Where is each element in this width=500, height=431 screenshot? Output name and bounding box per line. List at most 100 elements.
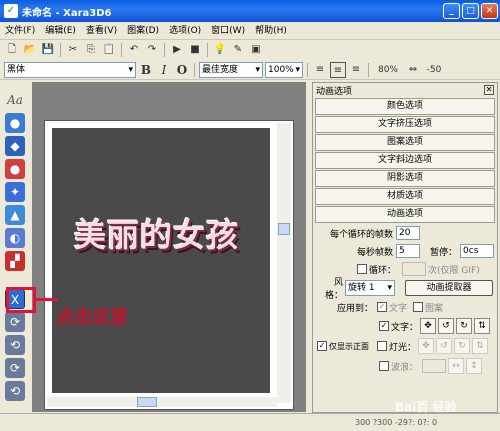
texture-options-button[interactable]: 材质选项 [315,188,495,205]
shadow-icon[interactable]: ▞ [5,251,25,271]
animation-options-button[interactable]: 动画选项 [315,206,495,223]
rotate-right-icon[interactable]: ↻ [456,318,473,334]
align-center-icon[interactable]: ≡ [330,61,346,78]
menu-bar: 文件(F) 编辑(E) 查看(V) 图案(D) 选项(O) 窗口(W) 帮助(H… [0,22,500,40]
flip-icon[interactable]: ⇅ [474,318,491,334]
animation-extractor-button[interactable]: 动画提取器 [405,280,493,296]
bevel-options-button[interactable]: 文字斜边选项 [315,152,495,169]
apply-pattern-checkbox[interactable] [413,302,424,312]
bulb-icon[interactable]: 💡 [212,42,228,58]
color-options-button[interactable]: 颜色选项 [315,98,495,115]
apply-row: 应用到： ✓ 文字 图案 [313,298,497,316]
rotate-left-icon[interactable]: ↺ [438,318,455,334]
frames-label: 每个循环的帧数 [329,229,393,240]
horizontal-scrollbar[interactable] [47,397,277,407]
extrude-icon[interactable]: ◆ [5,136,25,156]
render-view[interactable]: 美丽的女孩 [52,128,270,393]
loop-checkbox[interactable] [357,264,367,274]
vertical-scrollbar[interactable] [277,123,291,403]
rock-icon[interactable]: ⟲ [5,381,25,401]
scroll-thumb[interactable] [137,397,157,407]
bevel-icon[interactable]: ◐ [5,228,25,248]
maximize-button[interactable]: □ [462,3,479,19]
toolbar-divider [368,62,369,77]
menu-window[interactable]: 窗口(W) [206,22,250,40]
text-checkbox[interactable]: ✓ [379,321,389,331]
apply-label: 应用到： [336,303,373,314]
font-toolbar: 黑体 B I O 最佳宽度 100% ≡ ≡ ≡ 80% ⇔ -50 [0,60,500,80]
kerning-icon[interactable]: ⇔ [405,62,421,78]
style-select[interactable]: 旋转 1 [345,280,395,296]
undo-icon[interactable]: ↶ [126,42,142,58]
italic-button[interactable]: I [156,62,172,78]
font-select[interactable]: 黑体 [4,61,136,78]
loop-note: 次(仅限 GIF) [428,265,480,276]
menu-file[interactable]: 文件(F) [0,22,40,40]
wave-checkbox[interactable] [379,361,389,371]
align-right-icon[interactable]: ≡ [348,62,364,78]
redo-icon[interactable]: ↷ [144,42,160,58]
toolbar-divider [121,43,122,57]
extrude-options-button[interactable]: 文字挤压选项 [315,116,495,133]
highlight-box [6,287,36,313]
frames-input[interactable]: 20 [396,226,420,240]
light-checkbox[interactable] [377,341,387,351]
apply-pattern-label: 图案 [425,303,444,314]
panel-header: 动画选项 ✕ [313,83,497,97]
paste-icon[interactable]: 📋 [101,42,117,58]
new-file-icon[interactable]: 🗋 [4,42,20,58]
show-front-checkbox[interactable]: ✓ [317,341,327,351]
menu-design[interactable]: 图案(D) [122,22,164,40]
move-icon[interactable]: ✥ [420,318,437,334]
panel-close-icon[interactable]: ✕ [484,85,494,95]
text-tool-icon[interactable]: Aa [5,90,25,110]
frame-icon[interactable]: ▣ [248,42,264,58]
fps-row: 每秒帧数 5 暂停： 0cs [313,242,497,260]
cut-icon[interactable]: ✂ [65,42,81,58]
sphere-icon[interactable]: ● [5,159,25,179]
menu-options[interactable]: 选项(O) [164,22,206,40]
style-label: 风格： [324,278,343,301]
play-icon[interactable]: ▶ [169,42,185,58]
3d-text-preview[interactable]: 美丽的女孩 [74,210,239,256]
stop-icon[interactable]: ■ [187,42,203,58]
scroll-thumb[interactable] [278,223,290,235]
copy-icon[interactable]: ⎘ [83,42,99,58]
open-folder-icon[interactable]: 📂 [22,42,38,58]
light-row: ✓ 仅显示正面 灯光： ✥ ↺ ↻ ⇅ [313,336,497,356]
shapes-icon[interactable]: ▲ [5,205,25,225]
apply-text-label: 文字 [389,303,408,314]
main-toolbar: 🗋 📂 💾 ✂ ⎘ 📋 ↶ ↷ ▶ ■ 💡 ✎ ▣ [0,40,500,60]
width-mode-select[interactable]: 最佳宽度 [199,61,263,78]
xara-logo-icon: ✓ [4,4,18,18]
fps-input[interactable]: 5 [396,244,420,258]
pen-icon[interactable]: ✎ [230,42,246,58]
color-palette-icon[interactable]: ● [5,113,25,133]
pause-label: 暂停： [430,247,458,258]
menu-help[interactable]: 帮助(H) [250,22,292,40]
line-spacing-value[interactable]: 80% [373,62,403,78]
pulse-icon[interactable]: ⟳ [5,358,25,378]
window-title: 未命名 - Xara3D6 [22,7,112,19]
swing-icon[interactable]: ⟲ [5,335,25,355]
design-options-button[interactable]: 图案选项 [315,134,495,151]
toolbar-divider [207,43,208,57]
left-tool-palette: Aa ● ◆ ● ✦ ▲ ◐ ▞ X ⟳ ⟲ ⟳ ⟲ [4,90,28,420]
save-icon[interactable]: 💾 [40,42,56,58]
shadow-options-button[interactable]: 阴影选项 [315,170,495,187]
toolbar-divider [60,43,61,57]
pause-input[interactable]: 0cs [460,244,495,258]
zoom-select[interactable]: 100% [265,61,303,78]
align-left-icon[interactable]: ≡ [312,62,328,78]
palette-gap [5,274,25,286]
star-icon[interactable]: ✦ [5,182,25,202]
close-window-button[interactable]: ✕ [481,3,498,19]
bold-button[interactable]: B [138,62,154,78]
document-frame: 美丽的女孩 [44,120,294,410]
spin-icon[interactable]: ⟳ [5,312,25,332]
outline-button[interactable]: O [174,62,190,78]
kerning-value[interactable]: -50 [423,62,445,78]
menu-view[interactable]: 查看(V) [81,22,122,40]
menu-edit[interactable]: 编辑(E) [40,22,81,40]
minimize-button[interactable]: _ [443,3,460,19]
